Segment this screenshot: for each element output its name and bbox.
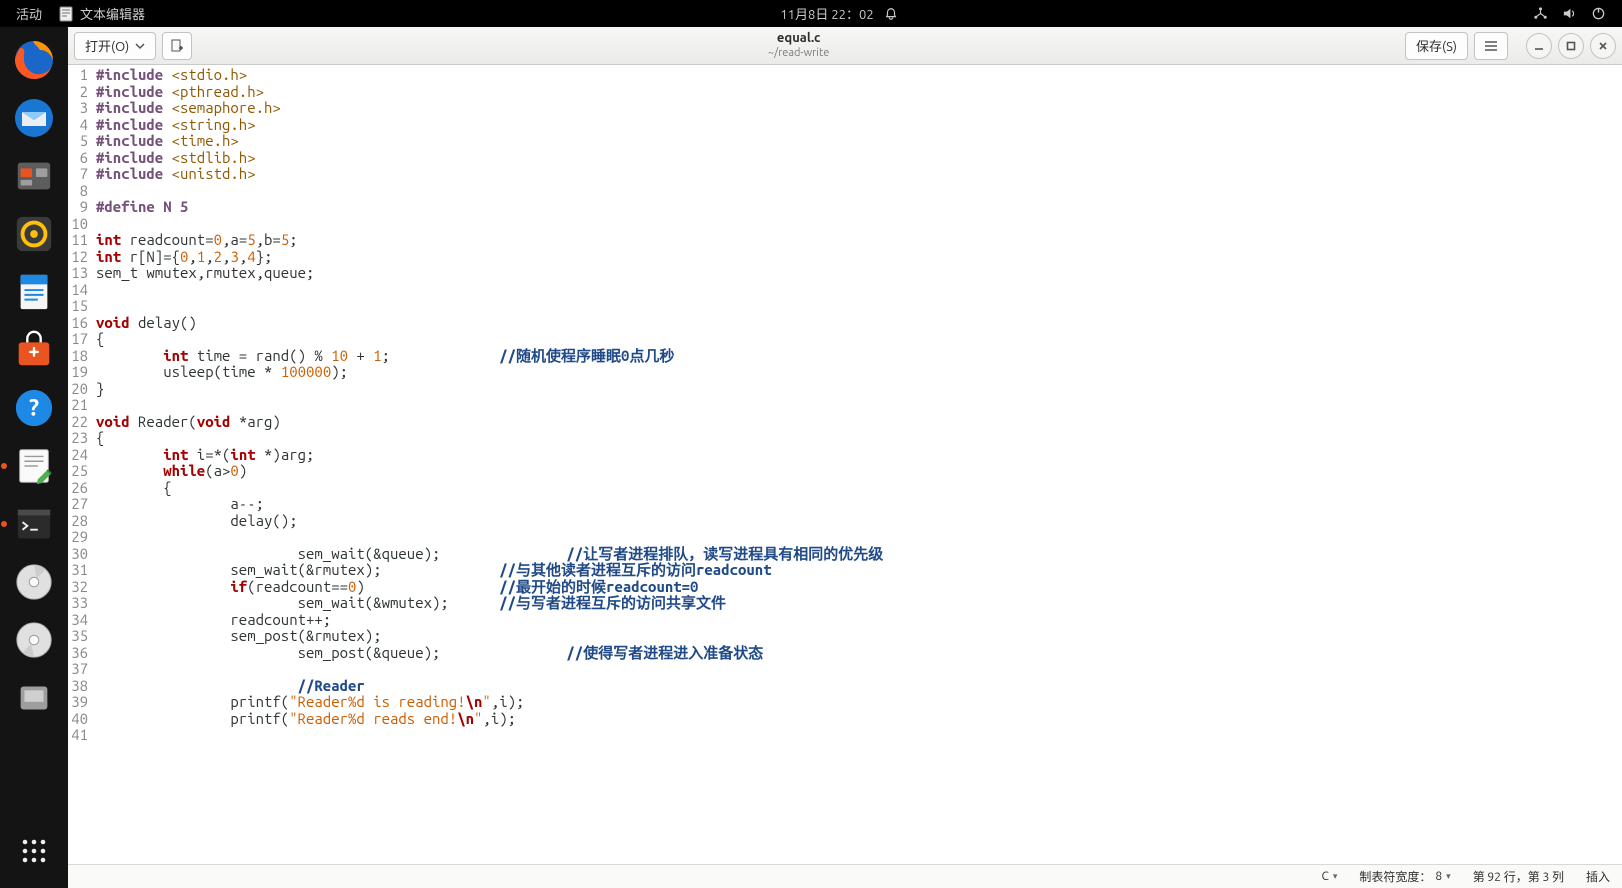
headerbar: 打开(O) equal.c ~/read-write 保存(S) — [68, 27, 1622, 65]
filename: equal.c — [198, 31, 1399, 47]
clock-text: 11月8日 22：02 — [780, 4, 873, 23]
chevron-down-icon: ▾ — [1446, 871, 1451, 882]
new-document-icon — [170, 39, 184, 53]
activities-button[interactable]: 活动 — [8, 2, 50, 25]
ubuntu-dock: ? — [0, 27, 68, 888]
launcher-text-editor[interactable] — [7, 439, 61, 493]
launcher-thunderbird[interactable] — [7, 91, 61, 145]
save-button-label: 保存(S) — [1416, 36, 1457, 55]
launcher-rhythmbox[interactable] — [7, 207, 61, 261]
launcher-writer[interactable] — [7, 265, 61, 319]
text-editor-icon — [58, 6, 74, 22]
clock[interactable]: 11月8日 22：02 — [772, 2, 905, 25]
launcher-files[interactable] — [7, 149, 61, 203]
show-applications-button[interactable] — [7, 824, 61, 878]
network-icon — [1533, 6, 1548, 21]
code-area[interactable]: #include <stdio.h>#include <pthread.h>#i… — [92, 65, 1622, 864]
hamburger-icon — [1484, 39, 1498, 53]
title-area: equal.c ~/read-write — [198, 31, 1399, 60]
notification-icon — [884, 7, 898, 21]
launcher-help[interactable]: ? — [7, 381, 61, 435]
filepath: ~/read-write — [198, 47, 1399, 60]
launcher-software[interactable] — [7, 323, 61, 377]
open-button[interactable]: 打开(O) — [74, 32, 156, 60]
system-tray[interactable] — [1525, 4, 1614, 23]
gnome-top-panel: 活动 文本编辑器 11月8日 22：02 — [0, 0, 1622, 27]
mode-label: 插入 — [1586, 868, 1610, 885]
save-button[interactable]: 保存(S) — [1405, 32, 1468, 60]
app-menu-label: 文本编辑器 — [80, 4, 145, 23]
tabwidth-value: 8 — [1435, 870, 1442, 883]
statusbar: C▾ 制表符宽度：8▾ 第 92 行，第 3 列 插入 — [68, 864, 1622, 888]
gedit-window: 打开(O) equal.c ~/read-write 保存(S) 1234567… — [68, 27, 1622, 888]
hamburger-menu-button[interactable] — [1474, 32, 1508, 60]
maximize-button[interactable] — [1558, 33, 1584, 59]
svg-text:?: ? — [29, 396, 39, 421]
minimize-button[interactable] — [1526, 33, 1552, 59]
tab-width-selector[interactable]: 制表符宽度： 8 ▾ — [1359, 868, 1450, 885]
launcher-disc-1[interactable] — [7, 555, 61, 609]
power-icon — [1591, 6, 1606, 21]
open-button-label: 打开(O) — [85, 36, 129, 55]
language-selector[interactable]: C▾ — [1321, 870, 1337, 883]
launcher-terminal[interactable] — [7, 497, 61, 551]
chevron-down-icon: ▾ — [1333, 871, 1338, 882]
app-menu[interactable]: 文本编辑器 — [50, 2, 153, 25]
source-editor[interactable]: 1234567891011121314151617181920212223242… — [68, 65, 1622, 864]
launcher-removable[interactable] — [7, 671, 61, 725]
language-label: C — [1321, 870, 1328, 883]
launcher-disc-2[interactable] — [7, 613, 61, 667]
new-tab-button[interactable] — [162, 32, 192, 60]
cursor-position: 第 92 行，第 3 列 — [1473, 868, 1564, 885]
launcher-firefox[interactable] — [7, 33, 61, 87]
tabwidth-label: 制表符宽度： — [1359, 868, 1431, 885]
chevron-down-icon — [135, 41, 145, 51]
volume-icon — [1562, 6, 1577, 21]
insert-mode-indicator[interactable]: 插入 — [1586, 868, 1610, 885]
close-button[interactable] — [1590, 33, 1616, 59]
line-number-gutter: 1234567891011121314151617181920212223242… — [68, 65, 92, 864]
